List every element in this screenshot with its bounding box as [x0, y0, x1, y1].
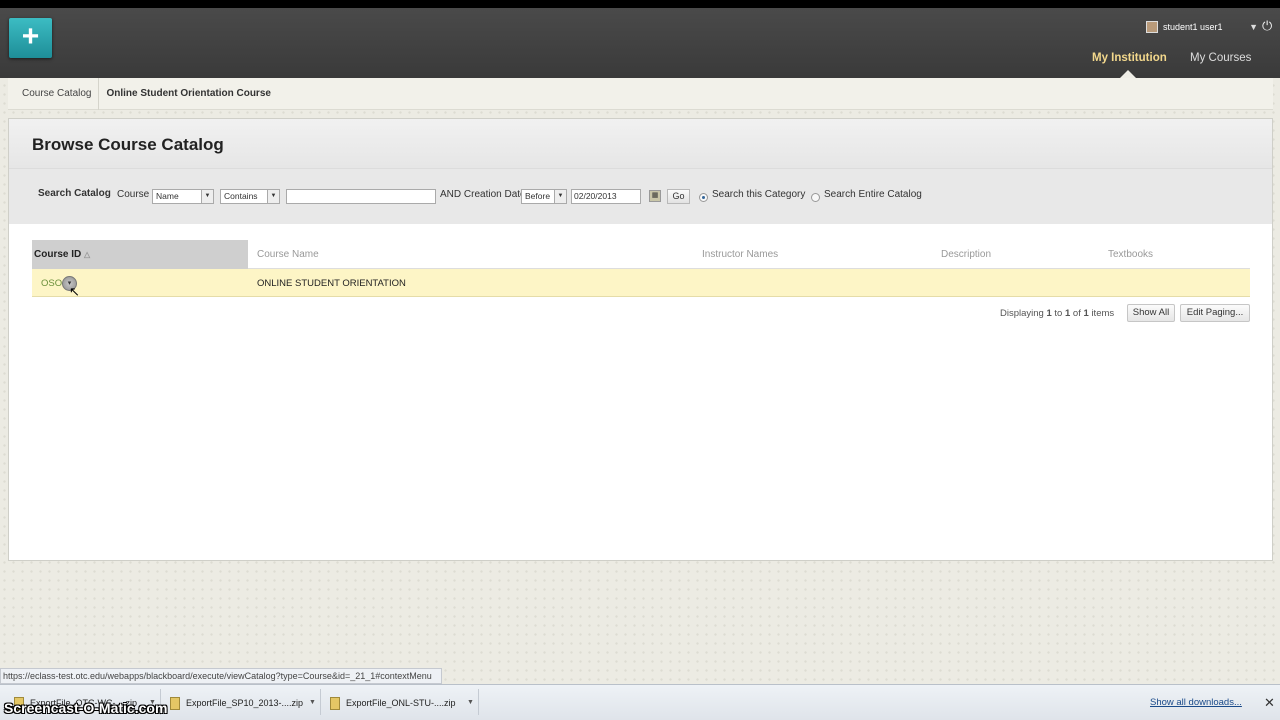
radio-search-category[interactable]	[699, 193, 708, 202]
paging-from: 1	[1046, 308, 1052, 319]
col-course-id[interactable]: Course ID △	[32, 240, 248, 269]
avatar	[1146, 21, 1158, 33]
date-field[interactable]: 02/20/2013	[571, 189, 641, 204]
date-operator-select[interactable]: Before ▼	[521, 189, 567, 204]
col-course-id-label: Course ID	[34, 249, 82, 260]
breadcrumb-current: Online Student Orientation Course	[106, 88, 271, 99]
power-icon[interactable]: ⏻	[1262, 18, 1272, 34]
paging-prefix: Displaying	[1000, 308, 1044, 319]
download-bar: ExportFile_OTC-WC-....zip ▼ ExportFile_S…	[0, 684, 1280, 720]
course-label: Course	[117, 189, 150, 200]
user-name: student1 user1	[1163, 22, 1223, 32]
watermark: Screencast-O-Matic.com	[4, 700, 168, 716]
page-title: Browse Course Catalog	[32, 135, 224, 154]
zip-file-icon	[170, 697, 180, 711]
field-select-value: Name	[156, 191, 179, 201]
course-table: Course ID △ Course Name Instructor Names…	[32, 240, 1250, 299]
breadcrumb: Course Catalog Online Student Orientatio…	[8, 77, 1273, 110]
download-item-label: ExportFile_SP10_2013-....zip	[186, 698, 304, 708]
field-select[interactable]: Name ▼	[152, 189, 214, 204]
radio-search-entire-label: Search Entire Catalog	[824, 189, 922, 200]
operator-select[interactable]: Contains ▼	[220, 189, 280, 204]
table-header: Course ID △ Course Name Instructor Names…	[32, 240, 1250, 269]
show-all-button[interactable]: Show All	[1127, 304, 1175, 322]
divider	[478, 689, 479, 715]
edit-paging-button[interactable]: Edit Paging...	[1180, 304, 1250, 322]
status-url: https://eclass-test.otc.edu/webapps/blac…	[0, 668, 442, 684]
chevron-down-icon: ▼	[267, 190, 279, 203]
mouse-cursor-icon: ↖	[69, 284, 80, 299]
calendar-icon[interactable]: ▦	[649, 190, 661, 202]
search-input[interactable]	[286, 189, 436, 204]
go-button[interactable]: Go	[667, 189, 690, 204]
top-bar: + student1 user1 ▼ ⏻	[0, 0, 1280, 78]
course-id-link[interactable]: OSO	[41, 278, 62, 289]
date-operator-value: Before	[525, 191, 551, 201]
operator-select-value: Contains	[224, 191, 258, 201]
chevron-down-icon: ▼	[201, 190, 213, 203]
close-icon[interactable]: ✕	[1264, 694, 1275, 712]
creation-date-label: AND Creation Date	[440, 189, 526, 200]
download-item-label: ExportFile_ONL-STU-....zip	[346, 698, 456, 708]
search-catalog-label: Search Catalog	[38, 188, 111, 199]
content-panel: Browse Course Catalog Search Catalog Cou…	[8, 118, 1273, 561]
breadcrumb-course-catalog[interactable]: Course Catalog	[8, 77, 100, 110]
sort-asc-icon: △	[84, 250, 91, 259]
col-textbooks[interactable]: Textbooks	[1108, 249, 1153, 260]
paging-to-word: to	[1054, 308, 1063, 319]
paging-to: 1	[1064, 308, 1071, 319]
col-instructor-names[interactable]: Instructor Names	[702, 249, 778, 260]
chevron-down-icon[interactable]: ▼	[309, 694, 316, 712]
chevron-down-icon: ▼	[1249, 22, 1258, 32]
table-row: OSO ▾ ↖ ONLINE STUDENT ORIENTATION	[32, 269, 1250, 299]
radio-search-category-label: Search this Category	[712, 189, 806, 200]
show-all-downloads-link[interactable]: Show all downloads...	[1150, 694, 1242, 712]
col-course-name[interactable]: Course Name	[257, 249, 319, 260]
tab-my-courses[interactable]: My Courses	[1190, 52, 1251, 64]
page-header: Browse Course Catalog	[9, 119, 1272, 169]
chevron-down-icon: ▼	[554, 190, 566, 203]
paging-of-word: of	[1072, 308, 1081, 319]
search-bar: Search Catalog Course Name ▼ Contains ▼ …	[9, 169, 1272, 224]
add-module-button[interactable]: +	[9, 18, 52, 58]
display-count: Displaying 1 to 1 of 1 items	[1000, 308, 1114, 319]
zip-file-icon	[330, 697, 340, 711]
download-item[interactable]: ExportFile_SP10_2013-....zip	[170, 694, 303, 712]
radio-search-entire[interactable]	[811, 193, 820, 202]
paging-total: 1	[1083, 308, 1089, 319]
user-menu[interactable]: student1 user1 ▼	[1140, 18, 1258, 36]
divider	[320, 689, 321, 715]
col-description[interactable]: Description	[941, 249, 991, 260]
paging-suffix: items	[1091, 308, 1115, 319]
active-tab-pointer	[1120, 70, 1136, 78]
chevron-down-icon[interactable]: ▼	[467, 694, 474, 712]
download-item[interactable]: ExportFile_ONL-STU-....zip	[330, 694, 456, 712]
tab-my-institution[interactable]: My Institution	[1092, 52, 1167, 64]
course-name-cell: ONLINE STUDENT ORIENTATION	[257, 278, 406, 289]
